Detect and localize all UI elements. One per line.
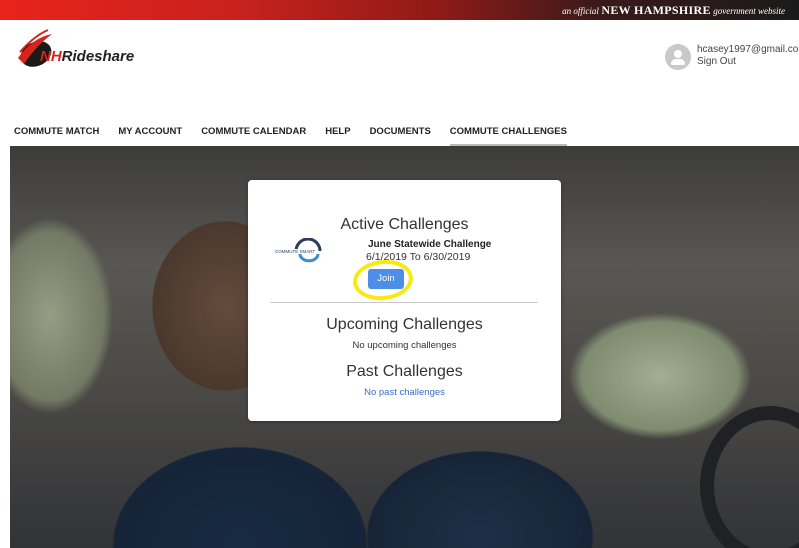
no-past-link[interactable]: No past challenges xyxy=(248,387,561,398)
upcoming-challenges-title: Upcoming Challenges xyxy=(326,316,483,333)
challenge-name: June Statewide Challenge xyxy=(368,239,492,250)
user-menu: hcasey1997@gmail.com Sign Out xyxy=(665,42,799,72)
no-upcoming-text: No upcoming challenges xyxy=(352,340,457,351)
user-email: hcasey1997@gmail.com xyxy=(697,44,799,55)
logo-nh: NH xyxy=(40,48,62,65)
commute-smart-logo-icon: COMMUTE SMART xyxy=(274,238,322,263)
sign-out-link[interactable]: Sign Out xyxy=(697,56,736,67)
nav-commute-challenges[interactable]: COMMUTE CHALLENGES xyxy=(449,126,567,146)
nav-commute-calendar[interactable]: COMMUTE CALENDAR xyxy=(201,126,306,146)
official-prefix: an official xyxy=(562,6,599,16)
nh-rideshare-logo[interactable]: NHRideshare xyxy=(14,28,144,72)
join-button[interactable]: Join xyxy=(368,269,404,289)
logo-word: Rideshare xyxy=(61,48,135,65)
state-name: NEW HAMPSHIRE xyxy=(601,3,711,17)
main-nav: COMMUTE MATCH MY ACCOUNT COMMUTE CALENDA… xyxy=(14,126,586,146)
user-avatar-icon[interactable] xyxy=(665,44,691,70)
nav-documents[interactable]: DOCUMENTS xyxy=(370,126,431,146)
commute-smart-logo-text: COMMUTE SMART xyxy=(275,249,315,254)
steering-wheel-shape xyxy=(700,406,799,548)
page: an official NEW HAMPSHIRE government web… xyxy=(0,0,799,548)
challenges-card: Active Challenges COMMUTE SMART June Sta… xyxy=(248,180,561,421)
nav-my-account[interactable]: MY ACCOUNT xyxy=(118,126,182,146)
state-banner: an official NEW HAMPSHIRE government web… xyxy=(0,0,799,20)
official-suffix: government website xyxy=(713,6,785,16)
active-challenges-title: Active Challenges xyxy=(340,216,469,233)
nav-commute-match[interactable]: COMMUTE MATCH xyxy=(14,126,99,146)
official-website-label[interactable]: an official NEW HAMPSHIRE government web… xyxy=(562,3,785,18)
past-challenges-title: Past Challenges xyxy=(346,363,463,380)
divider xyxy=(270,302,538,303)
nav-help[interactable]: HELP xyxy=(325,126,350,146)
logo-text: NHRideshare xyxy=(40,48,134,65)
